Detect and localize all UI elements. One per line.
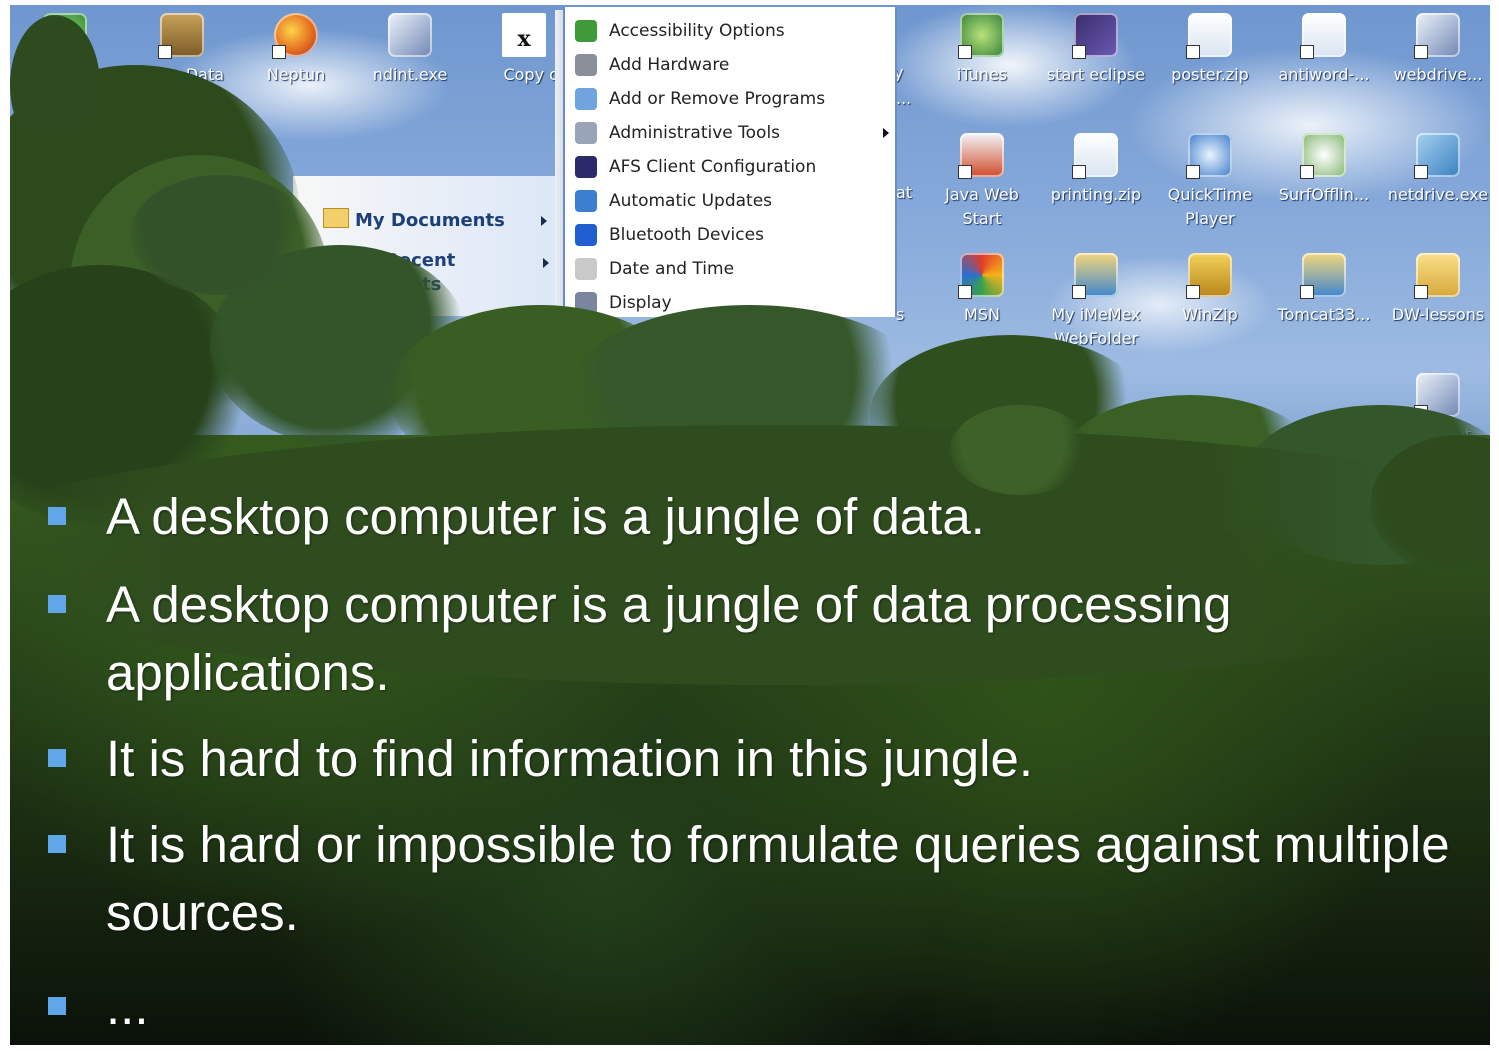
bullet-item: A desktop computer is a jungle of data.: [40, 483, 1480, 551]
tree-canopy: [10, 15, 100, 155]
bullet-square-icon: [48, 835, 66, 853]
bullet-square-icon: [48, 749, 66, 767]
bullet-item: A desktop computer is a jungle of data p…: [40, 571, 1480, 707]
slide: in Aqua Data Neptun ndint.exe x Copy of …: [10, 5, 1490, 1045]
bullet-square-icon: [48, 997, 66, 1015]
bullet-item: It is hard to find information in this j…: [40, 725, 1480, 793]
bullet-list: A desktop computer is a jungle of data. …: [40, 483, 1480, 1041]
bullet-item: ...: [40, 973, 1480, 1041]
bullet-square-icon: [48, 595, 66, 613]
bullet-item: It is hard or impossible to formulate qu…: [40, 811, 1480, 947]
bullet-square-icon: [48, 507, 66, 525]
tree-canopy: [950, 405, 1090, 495]
tree-canopy: [130, 175, 310, 295]
